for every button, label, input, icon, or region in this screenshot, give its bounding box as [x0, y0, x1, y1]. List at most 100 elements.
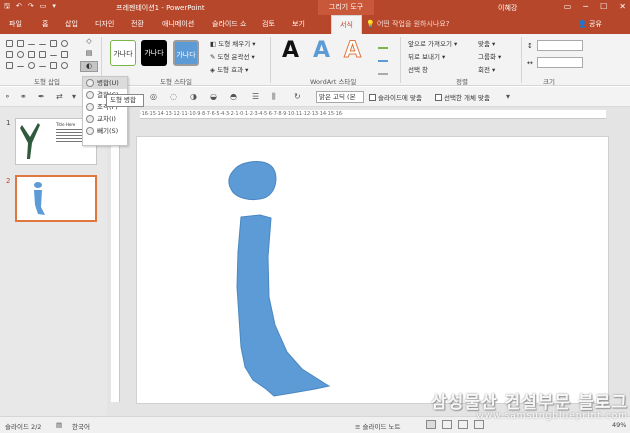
tab-design[interactable]: 디자인	[95, 19, 114, 29]
rotate-icon[interactable]: ↻	[294, 92, 301, 101]
text-box-icon[interactable]: ▤	[80, 49, 98, 60]
menu-item-union[interactable]: 병합(U)	[83, 77, 127, 89]
user-name[interactable]: 이혜강	[498, 3, 517, 13]
fragment-icon[interactable]: ◑	[190, 92, 197, 101]
union-icon[interactable]: ◎	[150, 92, 157, 101]
tab-slideshow[interactable]: 슬라이드 쇼	[212, 19, 246, 29]
tab-file[interactable]: 파일	[9, 19, 22, 29]
chevron-down-icon[interactable]: ▾	[72, 92, 76, 101]
shape-effects-button[interactable]: ◈ 도형 효과 ▾	[210, 64, 256, 75]
intersect-icon[interactable]: ◒	[210, 92, 217, 101]
rectangle-shape-icon[interactable]	[39, 51, 46, 58]
merge-shapes-icon[interactable]: ◐	[80, 61, 98, 72]
drawing-tools-context-tab: 그리기 도구	[318, 0, 374, 15]
nodes-icon[interactable]: ⚭	[20, 92, 27, 101]
spellcheck-icon[interactable]: ▤	[56, 421, 62, 429]
font-select[interactable]: 맑은 고딕 (본	[316, 91, 364, 103]
subtract-icon[interactable]: ◓	[230, 92, 237, 101]
combine-icon[interactable]: ◌	[170, 92, 177, 101]
shape-gallery[interactable]	[4, 38, 72, 72]
style-swatch-black[interactable]: 가나다	[141, 40, 167, 66]
rectangle-shape-icon[interactable]	[17, 40, 24, 47]
wordart-style-blue[interactable]: A	[313, 38, 330, 63]
chevron-down-icon[interactable]: ▾	[506, 92, 510, 101]
slide-thumbnail-2[interactable]	[15, 175, 97, 222]
wordart-style-black[interactable]: A	[282, 38, 299, 63]
shape-outline-button[interactable]: ✎ 도형 윤곽선 ▾	[210, 51, 256, 62]
bring-forward-button[interactable]: 앞으로 가져오기 ▾	[408, 38, 457, 49]
node-icon[interactable]: ⚬	[4, 92, 11, 101]
text-effects-icon[interactable]	[378, 64, 388, 75]
line-shape-icon[interactable]	[39, 66, 46, 69]
minimize-icon[interactable]: ─	[583, 2, 588, 11]
close-icon[interactable]: ✕	[619, 2, 626, 11]
mirror-icon[interactable]: ⇄	[56, 92, 63, 101]
line-shape-icon[interactable]	[28, 44, 35, 47]
style-swatch-blue[interactable]: 가나다	[173, 40, 199, 66]
shape-fill-button[interactable]: ◧ 도형 채우기 ▾	[210, 38, 256, 49]
ribbon-display-icon[interactable]: ▭	[564, 2, 572, 11]
rotate-button[interactable]: 회전 ▾	[478, 64, 501, 75]
rectangle-shape-icon[interactable]	[61, 51, 68, 58]
group-label-size: 크기	[543, 78, 555, 86]
start-icon[interactable]: ▭	[40, 2, 47, 13]
slide-sorter-icon[interactable]	[442, 420, 452, 429]
notes-button[interactable]: ≡ 슬라이드 노트	[355, 421, 400, 431]
oval-shape-icon[interactable]	[28, 62, 35, 69]
send-backward-button[interactable]: 뒤로 보내기 ▾	[408, 51, 457, 62]
shape-height-input[interactable]	[536, 40, 583, 51]
tab-transitions[interactable]: 전환	[131, 19, 144, 29]
oval-shape-icon[interactable]	[61, 62, 68, 69]
shape-width-input[interactable]	[536, 57, 583, 68]
save-icon[interactable]: 🖫	[4, 2, 10, 13]
tell-me-search[interactable]: 💡 어떤 작업을 원하시나요?	[366, 19, 450, 29]
share-button[interactable]: 👤 공유	[578, 19, 602, 29]
oval-shape-icon[interactable]	[61, 40, 68, 47]
subtract-icon	[86, 127, 94, 135]
rectangle-shape-icon[interactable]	[6, 51, 13, 58]
vertical-ruler	[111, 124, 120, 402]
wordart-style-orange-outline[interactable]: A	[343, 38, 361, 64]
distribute-icon[interactable]: ⫼	[272, 92, 276, 102]
tab-format[interactable]: 서식	[331, 15, 362, 34]
align-button[interactable]: 맞춤 ▾	[478, 38, 501, 49]
tab-insert[interactable]: 삽입	[65, 19, 78, 29]
menu-item-intersect[interactable]: 교차(I)	[83, 113, 127, 125]
menu-item-subtract[interactable]: 빼기(S)	[83, 125, 127, 137]
text-fill-icon[interactable]	[378, 38, 388, 49]
rectangle-shape-icon[interactable]	[6, 40, 13, 47]
current-slide[interactable]	[137, 137, 608, 403]
align-selected-checkbox[interactable]: 선택한 개체 맞춤	[435, 92, 490, 102]
edit-shape-icon[interactable]: ◇	[80, 37, 98, 48]
eyedropper-icon[interactable]: ✒	[38, 92, 45, 101]
tab-view[interactable]: 보기	[292, 19, 305, 29]
tab-animations[interactable]: 애니메이션	[162, 19, 194, 29]
merged-i-shape[interactable]	[137, 137, 608, 403]
rectangle-shape-icon[interactable]	[28, 51, 35, 58]
fit-to-slide-checkbox[interactable]: 슬라이드에 맞춤	[369, 92, 422, 102]
selection-pane-button[interactable]: 선택 창	[408, 64, 457, 75]
zoom-level[interactable]: 49%	[612, 421, 626, 429]
oval-shape-icon[interactable]	[17, 51, 24, 58]
line-shape-icon[interactable]	[50, 55, 57, 58]
line-shape-icon[interactable]	[39, 44, 46, 47]
align-icon[interactable]: ☰	[252, 92, 259, 101]
redo-icon[interactable]: ↷	[28, 2, 34, 13]
tab-home[interactable]: 홈	[42, 19, 48, 29]
rectangle-shape-icon[interactable]	[50, 40, 57, 47]
rectangle-shape-icon[interactable]	[6, 62, 13, 69]
normal-view-icon[interactable]	[426, 420, 436, 429]
rectangle-shape-icon[interactable]	[50, 62, 57, 69]
reading-view-icon[interactable]	[458, 420, 468, 429]
line-shape-icon[interactable]	[17, 66, 24, 69]
undo-icon[interactable]: ↶	[16, 2, 22, 13]
text-outline-icon[interactable]	[378, 51, 388, 62]
group-button[interactable]: 그룹화 ▾	[478, 51, 501, 62]
customize-icon[interactable]: ▾	[52, 2, 56, 13]
slideshow-icon[interactable]	[474, 420, 484, 429]
style-swatch-outline[interactable]: 가나다	[110, 40, 136, 66]
tab-review[interactable]: 검토	[262, 19, 275, 29]
language-status[interactable]: 한국어	[72, 421, 90, 431]
maximize-icon[interactable]: ☐	[600, 2, 607, 11]
slide-thumbnail-pane: 1 Title Here 2	[0, 107, 107, 416]
